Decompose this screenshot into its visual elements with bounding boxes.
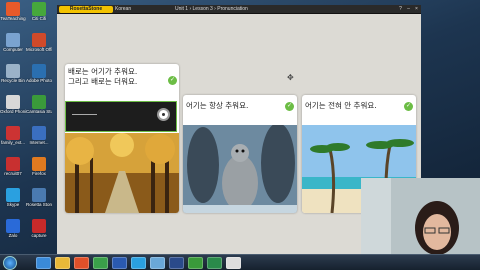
app-icon xyxy=(32,188,46,202)
desktop-icon-label: Computer xyxy=(3,47,23,52)
desktop-icon-label: TeaTeaching xyxy=(0,16,26,21)
close-button[interactable]: × xyxy=(413,6,420,13)
penguin-photo xyxy=(183,123,297,213)
course-label[interactable]: Korean xyxy=(115,6,131,13)
desktop-icon-label: Skype xyxy=(6,202,20,207)
taskbar-photoshop-icon[interactable] xyxy=(169,257,184,269)
app-icon xyxy=(32,219,46,233)
rosetta-stone-logo: RosettaStone xyxy=(59,6,113,13)
app-icon xyxy=(6,126,20,140)
breadcrumb[interactable]: Unit 1 › Lesson 3 › Pronunciation xyxy=(175,6,248,13)
answer-card-1[interactable]: 배로는 어기가 추워요. 그리고 배로는 더워요. ✓ xyxy=(65,64,179,213)
app-icon xyxy=(6,33,20,47)
app-icon xyxy=(6,188,20,202)
desktop-icon[interactable]: Oxford Phonics W... xyxy=(0,95,26,114)
taskbar-excel-icon[interactable] xyxy=(207,257,222,269)
help-button[interactable]: ? xyxy=(397,6,404,13)
desktop-icon-label: Internet... xyxy=(29,140,49,145)
desktop-icon[interactable]: Microsoft Office Pe... xyxy=(26,33,52,52)
taskbar-chrome-icon[interactable] xyxy=(93,257,108,269)
desktop-icon[interactable]: Citi Cifi xyxy=(26,2,52,21)
desktop-icon-label: Camtasia Studio 8 xyxy=(26,109,52,114)
check-icon: ✓ xyxy=(285,102,294,111)
mouse-cursor-icon: ✥ xyxy=(287,73,294,82)
desktop-icon-label: Zalo xyxy=(8,233,18,238)
desktop-icon-label: recruit07 xyxy=(4,171,22,176)
desktop-icon[interactable]: Rosetta Stone xyxy=(26,188,52,207)
record-button[interactable] xyxy=(157,108,170,121)
desktop-icon-label: capture xyxy=(31,233,47,238)
desktop-icon-label: Microsoft Office Pe... xyxy=(26,47,52,52)
check-icon: ✓ xyxy=(168,76,177,85)
desktop-icon[interactable]: Adobe Photosh... xyxy=(26,64,52,83)
app-icon xyxy=(32,126,46,140)
app-icon xyxy=(6,64,20,78)
check-icon: ✓ xyxy=(404,102,413,111)
desktop-icon[interactable]: Firefox xyxy=(26,157,52,176)
taskbar-rosetta-icon[interactable] xyxy=(150,257,165,269)
taskbar-ie-icon[interactable] xyxy=(36,257,51,269)
desktop-icon[interactable]: TeaTeaching xyxy=(0,2,26,21)
desktop-icon-label: Adobe Photosh... xyxy=(26,78,52,83)
app-icon xyxy=(32,157,46,171)
app-icon xyxy=(6,157,20,171)
minimize-button[interactable]: – xyxy=(405,6,412,13)
taskbar-skype-icon[interactable] xyxy=(131,257,146,269)
taskbar-media-icon[interactable] xyxy=(74,257,89,269)
voice-recorder[interactable] xyxy=(65,101,177,132)
answer-card-2[interactable]: 어기는 항상 추워요. ✓ xyxy=(183,95,297,213)
card-2-text: 어기는 항상 추워요. xyxy=(186,101,249,110)
taskbar-explorer-icon[interactable] xyxy=(55,257,70,269)
desktop-icon[interactable]: recruit07 xyxy=(0,157,26,176)
desktop-icon[interactable]: family_ext... xyxy=(0,126,26,145)
app-icon xyxy=(6,2,20,16)
desktop-icon-label: Citi Cifi xyxy=(31,16,47,21)
card-3-text: 어기는 전혀 안 추워요. xyxy=(305,101,377,110)
desktop-icon[interactable]: Internet... xyxy=(26,126,52,145)
app-icon xyxy=(6,219,20,233)
taskbar xyxy=(0,254,480,270)
app-icon xyxy=(32,33,46,47)
top-bar: RosettaStone Korean Unit 1 › Lesson 3 › … xyxy=(57,5,421,14)
desktop-icon[interactable]: Skype xyxy=(0,188,26,207)
desktop-icon[interactable]: Camtasia Studio 8 xyxy=(26,95,52,114)
start-button[interactable] xyxy=(3,256,17,270)
desktop-icon-label: family_ext... xyxy=(0,140,25,145)
taskbar-camtasia-icon[interactable] xyxy=(188,257,203,269)
app-icon xyxy=(32,2,46,16)
desktop-icon-label: Firefox xyxy=(32,171,46,176)
desktop-icon[interactable]: Computer xyxy=(0,33,26,52)
desktop-icon[interactable]: Recycle Bin xyxy=(0,64,26,83)
autumn-tree-road-photo xyxy=(65,133,179,213)
app-icon xyxy=(6,95,20,109)
desktop-icon-label: Recycle Bin xyxy=(1,78,25,83)
taskbar-capture-icon[interactable] xyxy=(226,257,241,269)
taskbar-word-icon[interactable] xyxy=(112,257,127,269)
app-icon xyxy=(32,64,46,78)
desktop-icon-label: Oxford Phonics W... xyxy=(0,109,26,114)
app-icon xyxy=(32,95,46,109)
desktop-icon[interactable]: capture xyxy=(26,219,52,238)
recording-level-bar xyxy=(72,114,97,115)
card-1-text: 배로는 어기가 추워요. 그리고 배로는 더워요. xyxy=(68,67,138,86)
desktop-icon-label: Rosetta Stone xyxy=(26,202,52,207)
desktop-icon[interactable]: Zalo xyxy=(0,219,26,238)
